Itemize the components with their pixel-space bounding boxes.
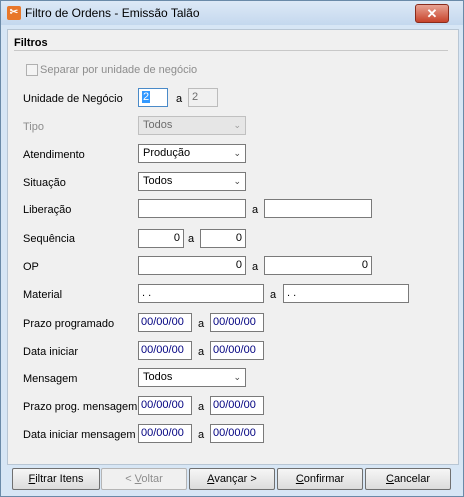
situacao-label: Situação [23,177,66,189]
unidade-sep: a [176,93,183,105]
liberacao-from-input[interactable] [138,199,246,218]
data-msg-from-input[interactable]: 00/00/00 [138,424,192,443]
data-iniciar-to-input[interactable]: 00/00/00 [210,341,264,360]
tipo-select[interactable]: Todos ⌄ [138,116,246,135]
confirmar-button[interactable]: Confirmar [277,468,363,490]
separar-label: Separar por unidade de negócio [40,64,198,76]
prazo-from-input[interactable]: 00/00/00 [138,313,192,332]
confirmar-rest: onfirmar [303,473,345,485]
mensagem-value: Todos [143,371,173,383]
tipo-value: Todos [143,119,173,131]
situacao-value: Todos [143,175,173,187]
unidade-label: Unidade de Negócio [23,93,123,105]
cancelar-button[interactable]: Cancelar [365,468,451,490]
atendimento-value: Produção [143,147,191,159]
material-sep: a [270,289,277,301]
sequencia-label: Sequência [23,233,75,245]
mensagem-select[interactable]: Todos ⌄ [138,368,246,387]
sequencia-to-input[interactable]: 0 [200,229,246,248]
op-to-input[interactable]: 0 [264,256,372,275]
prazo-label: Prazo programado [23,318,115,330]
chevron-down-icon: ⌄ [233,148,241,158]
prazo-sep: a [198,318,205,330]
filtrar-itens-button[interactable]: Filtrar Itens [12,468,100,490]
unidade-to-input[interactable]: 2 [188,88,218,107]
confirmar-key: C [295,473,304,485]
avancar-button[interactable]: Avançar > [189,468,275,490]
data-iniciar-label: Data iniciar [23,346,79,358]
prazo-msg-from-input[interactable]: 00/00/00 [138,396,192,415]
prazo-to-input[interactable]: 00/00/00 [210,313,264,332]
chevron-down-icon: ⌄ [233,372,241,382]
sequencia-sep: a [188,233,195,245]
liberacao-label: Liberação [23,204,72,216]
liberacao-sep: a [252,204,259,216]
material-label: Material [23,289,63,301]
situacao-select[interactable]: Todos ⌄ [138,172,246,191]
unidade-from-value: 2 [142,91,151,103]
app-icon: ✂ [7,6,21,20]
tipo-label: Tipo [23,121,44,133]
filtrar-rest: iltrar Itens [35,473,84,485]
separar-checkbox[interactable] [26,64,38,76]
group-title: Filtros [14,37,48,49]
material-from-input[interactable]: . . [138,284,264,303]
liberacao-to-input[interactable] [264,199,372,218]
avancar-rest: vançar > [214,473,257,485]
sequencia-from-input[interactable]: 0 [138,229,184,248]
window-title: Filtro de Ordens - Emissão Talão [25,6,200,20]
material-to-input[interactable]: . . [283,284,409,303]
data-iniciar-from-input[interactable]: 00/00/00 [138,341,192,360]
data-msg-label: Data iniciar mensagem [23,429,136,441]
title-bar: ✂ Filtro de Ordens - Emissão Talão ✕ [1,1,463,25]
unidade-from-input[interactable]: 2 [138,88,168,107]
group-divider [14,50,448,51]
mensagem-label: Mensagem [23,373,78,385]
data-iniciar-sep: a [198,346,205,358]
cancelar-key: C [385,473,394,485]
data-msg-to-input[interactable]: 00/00/00 [210,424,264,443]
chevron-down-icon: ⌄ [233,120,241,130]
op-sep: a [252,261,259,273]
voltar-rest: oltar [141,473,163,485]
prazo-msg-to-input[interactable]: 00/00/00 [210,396,264,415]
atendimento-select[interactable]: Produção ⌄ [138,144,246,163]
voltar-pre: < [125,473,135,485]
data-msg-sep: a [198,429,205,441]
cancelar-rest: ancelar [393,473,431,485]
close-button[interactable]: ✕ [415,4,449,23]
op-label: OP [23,261,39,273]
chevron-down-icon: ⌄ [233,176,241,186]
prazo-msg-sep: a [198,401,205,413]
voltar-button[interactable]: < Voltar [101,468,187,490]
op-from-input[interactable]: 0 [138,256,246,275]
atendimento-label: Atendimento [23,149,85,161]
prazo-msg-label: Prazo prog. mensagem [23,401,138,413]
